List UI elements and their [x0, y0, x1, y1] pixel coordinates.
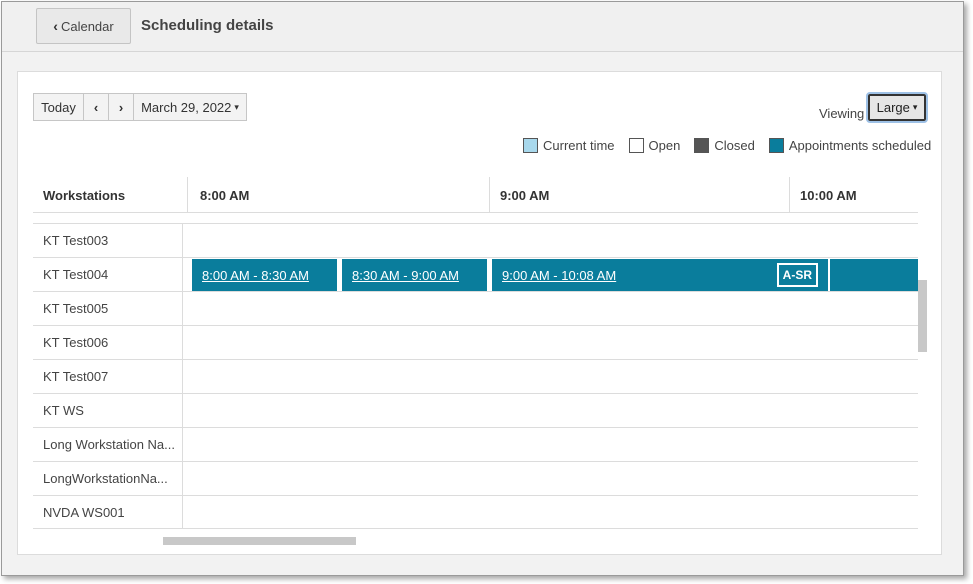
schedule-grid: Workstations 8:00 AM 9:00 AM 10:00 AM KT…	[33, 177, 918, 533]
closed-swatch	[694, 137, 710, 153]
appointment-link[interactable]: 9:00 AM - 10:08 AM	[502, 268, 616, 283]
workstations-column-header: Workstations	[43, 188, 126, 203]
chevron-left-icon: ‹	[93, 99, 99, 115]
table-row[interactable]: KT Test005	[33, 291, 918, 325]
today-button[interactable]: Today	[33, 93, 84, 121]
workstation-name: KT Test006	[43, 335, 109, 350]
row-divider	[182, 224, 183, 257]
column-divider	[187, 177, 188, 213]
chevron-right-icon: ›	[118, 99, 124, 115]
row-divider	[182, 360, 183, 393]
row-divider	[182, 394, 183, 427]
legend-label: Open	[648, 137, 681, 153]
legend-item-closed: Closed	[694, 137, 755, 153]
legend-item-open: Open	[628, 137, 681, 153]
workstation-rows: KT Test003 KT Test004 8:00 AM - 8:30 AM …	[33, 223, 918, 529]
table-row[interactable]: KT Test007	[33, 359, 918, 393]
viewing-label: Viewing	[819, 106, 865, 121]
table-row[interactable]: KT WS	[33, 393, 918, 427]
appointment-block[interactable]: 8:30 AM - 9:00 AM	[342, 259, 487, 291]
workstation-name: KT Test007	[43, 369, 109, 384]
horizontal-scrollbar[interactable]	[163, 537, 356, 545]
row-divider	[182, 462, 183, 495]
column-divider	[789, 177, 790, 213]
previous-day-button[interactable]: ‹	[83, 93, 109, 121]
legend-label: Appointments scheduled	[788, 137, 932, 153]
top-bar: ‹ Calendar Scheduling details	[2, 2, 963, 52]
next-day-button[interactable]: ›	[108, 93, 134, 121]
legend: Current time Open Closed Appointments sc…	[523, 136, 931, 154]
appointment-block-continued[interactable]	[830, 259, 918, 291]
current-time-swatch	[523, 137, 538, 153]
table-row[interactable]: NVDA WS001	[33, 495, 918, 529]
row-divider	[182, 428, 183, 461]
time-header-9am: 9:00 AM	[500, 188, 550, 203]
workstation-name: KT Test004	[43, 267, 109, 282]
date-picker-button[interactable]: March 29, 2022 ▾	[133, 93, 247, 121]
chevron-down-icon: ▾	[912, 102, 918, 112]
vertical-scrollbar[interactable]	[918, 280, 927, 352]
appointment-type-badge: A-SR	[776, 263, 818, 287]
legend-label: Current time	[543, 137, 615, 153]
appointment-link[interactable]: 8:30 AM - 9:00 AM	[352, 268, 459, 283]
column-divider	[489, 177, 490, 213]
legend-item-appointments: Appointments scheduled	[768, 137, 932, 153]
back-to-calendar-button[interactable]: ‹ Calendar	[36, 8, 131, 44]
table-row[interactable]: KT Test004 8:00 AM - 8:30 AM 8:30 AM - 9…	[33, 257, 918, 291]
appointments-swatch	[768, 137, 784, 153]
row-divider	[182, 326, 183, 359]
appointment-block[interactable]: 9:00 AM - 10:08 AM A-SR	[492, 259, 828, 291]
row-divider	[182, 292, 183, 325]
chevron-down-icon: ▾	[234, 101, 239, 112]
workstation-name: KT WS	[43, 403, 84, 418]
table-row[interactable]: LongWorkstationNa...	[33, 461, 918, 495]
page-title: Scheduling details	[141, 17, 274, 34]
appointment-link[interactable]: 8:00 AM - 8:30 AM	[202, 268, 309, 283]
viewing-select-value: Large	[876, 100, 910, 115]
time-header-10am: 10:00 AM	[800, 188, 857, 203]
legend-label: Closed	[714, 137, 755, 153]
workstation-name: KT Test003	[43, 233, 109, 248]
table-row[interactable]: Long Workstation Na...	[33, 427, 918, 461]
workstation-name: LongWorkstationNa...	[43, 471, 168, 486]
back-button-label: Calendar	[60, 18, 114, 34]
workstation-name: NVDA WS001	[43, 505, 125, 520]
workstation-name: KT Test005	[43, 301, 109, 316]
appointment-block[interactable]: 8:00 AM - 8:30 AM	[192, 259, 337, 291]
row-divider	[182, 496, 183, 529]
date-navigation: Today ‹ › March 29, 2022 ▾	[33, 93, 247, 121]
grid-header: Workstations 8:00 AM 9:00 AM 10:00 AM	[33, 177, 918, 213]
date-label: March 29, 2022	[141, 99, 232, 115]
time-header-8am: 8:00 AM	[200, 188, 250, 203]
viewing-size-select[interactable]: Large ▾	[866, 92, 928, 123]
chevron-left-icon: ‹	[53, 18, 58, 34]
table-row[interactable]: KT Test006	[33, 325, 918, 359]
open-swatch	[628, 137, 644, 153]
table-row[interactable]: KT Test003	[33, 223, 918, 257]
workstation-name: Long Workstation Na...	[43, 437, 175, 452]
schedule-panel: Today ‹ › March 29, 2022 ▾ Viewing Large…	[17, 71, 942, 555]
legend-item-current-time: Current time	[523, 137, 615, 153]
row-divider	[182, 258, 183, 291]
scheduling-window: ‹ Calendar Scheduling details Today ‹ › …	[1, 1, 964, 576]
